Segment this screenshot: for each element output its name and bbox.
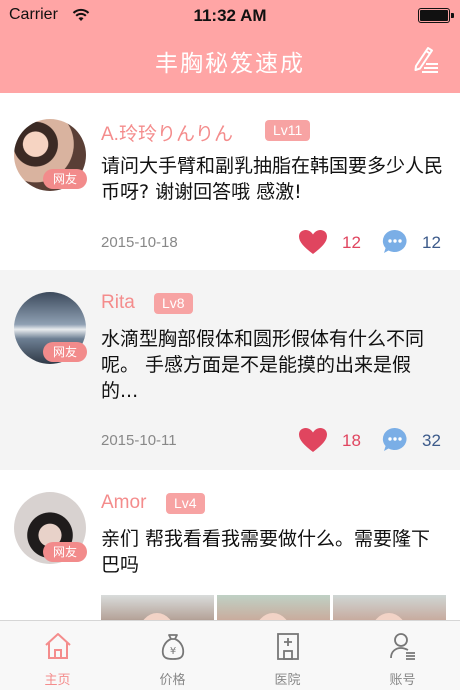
tab-price[interactable]: ¥ 价格 — [115, 621, 230, 690]
username[interactable]: A.玲玲りんりん — [101, 119, 233, 146]
tab-label: 主页 — [44, 673, 71, 688]
post-date: 2015-10-18 — [101, 234, 178, 251]
hospital-icon — [277, 633, 299, 660]
page-title: 丰胸秘笈速成 — [155, 51, 305, 77]
edit-pen-icon[interactable] — [412, 44, 440, 74]
user-badge: 网友 — [43, 342, 87, 362]
level-badge: Lv11 — [265, 120, 311, 141]
tab-label: 账号 — [389, 673, 416, 688]
post-photo[interactable] — [101, 595, 214, 620]
level-badge: Lv8 — [154, 293, 193, 314]
post-date: 2015-10-11 — [101, 432, 177, 449]
top-bar: Carrier 11:32 AM 丰胸秘笈速成 — [0, 0, 460, 93]
post-photo[interactable] — [333, 595, 446, 620]
user-badge: 网友 — [43, 169, 87, 189]
clock: 11:32 AM — [193, 6, 267, 25]
level-badge: Lv4 — [166, 493, 205, 514]
home-icon — [45, 633, 71, 659]
battery-icon — [418, 8, 454, 23]
comment-icon[interactable] — [382, 229, 408, 255]
username[interactable]: Amor — [101, 492, 146, 514]
heart-icon[interactable] — [298, 229, 328, 255]
post-content[interactable]: 亲们 帮我看看我需要做什么。需要隆下巴吗 — [101, 526, 446, 578]
tab-label: 价格 — [159, 673, 186, 688]
like-count: 18 — [342, 431, 361, 450]
post-item[interactable]: 网友 Rita Lv8 水滴型胸部假体和圆形假体有什么不同呢。 手感方面是不是能… — [0, 270, 460, 470]
tab-hospital[interactable]: 医院 — [230, 621, 345, 690]
post-content[interactable]: 请问大手臂和副乳抽脂在韩国要多少人民币呀? 谢谢回答哦 感激! — [101, 153, 446, 205]
money-bag-icon: ¥ — [161, 634, 185, 660]
username[interactable]: Rita — [101, 292, 135, 314]
post-item[interactable]: 网友 Amor Lv4 亲们 帮我看看我需要做什么。需要隆下巴吗 — [0, 470, 460, 620]
post-photo[interactable] — [217, 595, 330, 620]
status-bar: Carrier 11:32 AM — [0, 0, 460, 32]
svg-text:¥: ¥ — [170, 646, 176, 657]
comment-count: 32 — [422, 431, 441, 450]
tab-label: 医院 — [274, 673, 301, 688]
tab-account[interactable]: 账号 — [345, 621, 460, 690]
tab-bar: 主页 ¥ 价格 医院 账号 — [0, 620, 460, 690]
like-count: 12 — [342, 233, 361, 252]
post-item[interactable]: 网友 A.玲玲りんりん Lv11 请问大手臂和副乳抽脂在韩国要多少人民币呀? 谢… — [0, 93, 460, 270]
comment-count: 12 — [422, 233, 441, 252]
post-feed[interactable]: 网友 A.玲玲りんりん Lv11 请问大手臂和副乳抽脂在韩国要多少人民币呀? 谢… — [0, 93, 460, 620]
heart-icon[interactable] — [298, 427, 328, 453]
user-badge: 网友 — [43, 542, 87, 562]
tab-home[interactable]: 主页 — [0, 621, 115, 690]
post-photos — [101, 595, 446, 620]
comment-icon[interactable] — [382, 427, 408, 453]
account-icon — [390, 633, 415, 660]
post-content[interactable]: 水滴型胸部假体和圆形假体有什么不同呢。 手感方面是不是能摸的出来是假的... — [101, 326, 446, 404]
